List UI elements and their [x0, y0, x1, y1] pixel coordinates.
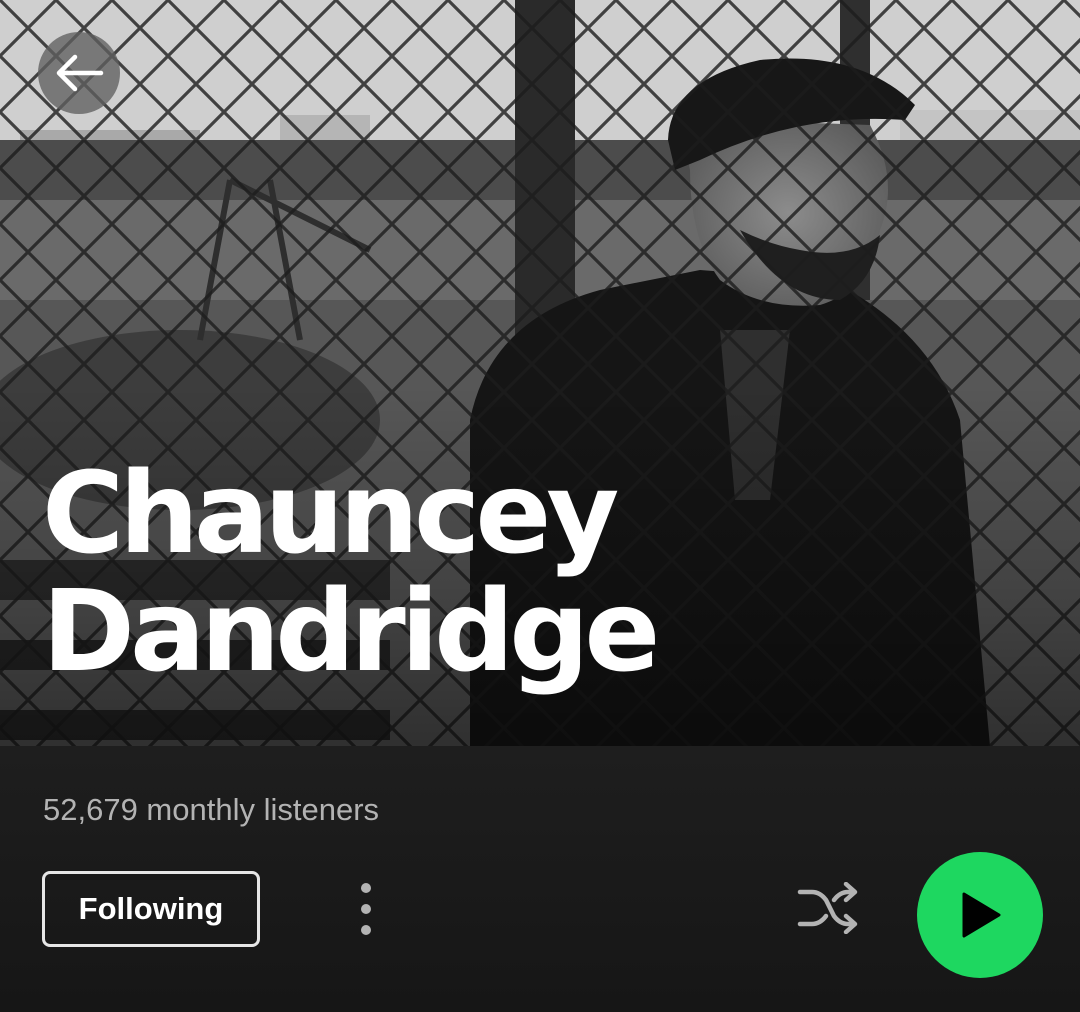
following-button[interactable]: Following — [42, 871, 260, 947]
artist-page: Chauncey Dandridge 52,679 monthly listen… — [0, 0, 1080, 1012]
artist-name: Chauncey Dandridge — [42, 455, 802, 691]
shuffle-icon — [797, 882, 858, 934]
more-vertical-icon — [361, 883, 371, 935]
artist-name-line1: Chauncey — [42, 449, 619, 579]
shuffle-button[interactable] — [794, 876, 862, 940]
play-button[interactable] — [917, 852, 1043, 978]
more-options-button[interactable] — [340, 876, 392, 942]
monthly-listeners: 52,679 monthly listeners — [43, 792, 380, 827]
artist-name-line2: Dandridge — [42, 567, 660, 697]
artist-header-image: Chauncey Dandridge — [0, 0, 1080, 746]
back-button[interactable] — [38, 32, 120, 114]
artist-actions-panel: 52,679 monthly listeners Following — [0, 746, 1080, 1012]
arrow-left-icon — [56, 54, 104, 92]
play-icon — [962, 892, 1001, 938]
